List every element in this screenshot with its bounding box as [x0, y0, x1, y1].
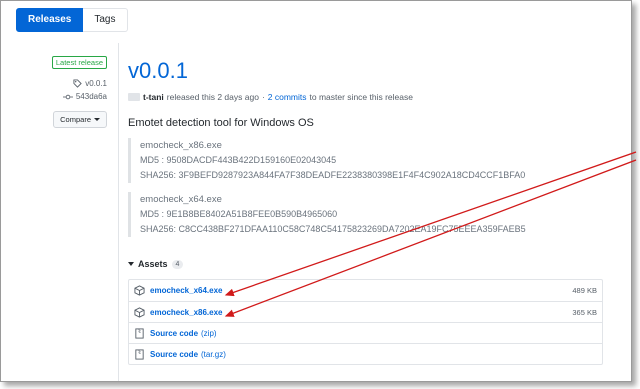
- compare-label: Compare: [60, 115, 91, 124]
- asset-size: 365 KB: [572, 307, 597, 317]
- list-item: Source code (tar.gz): [129, 343, 602, 364]
- hash-block-x64: emocheck_x64.exe MD5 : 9E1B8BE8402A51B8F…: [128, 192, 603, 237]
- avatar[interactable]: [128, 93, 140, 101]
- hash-md5: MD5 : 9E1B8BE8402A51B8FEE0B590B4965060: [140, 209, 338, 219]
- chevron-down-icon: [94, 118, 100, 121]
- source-format: (zip): [201, 328, 217, 338]
- tab-tags[interactable]: Tags: [83, 8, 128, 32]
- asset-list: emocheck_x64.exe 489 KB emocheck_x86.exe…: [128, 279, 603, 365]
- file-zip-icon: [135, 348, 144, 360]
- list-item: emocheck_x64.exe 489 KB: [129, 280, 602, 301]
- timeline-divider: [118, 43, 119, 381]
- byline-separator: ·: [261, 92, 265, 102]
- asset-link[interactable]: emocheck_x64.exe: [150, 286, 223, 295]
- release-title[interactable]: v0.0.1: [128, 58, 603, 84]
- assets-label: Assets: [138, 259, 168, 269]
- release-meta: Latest release v0.0.1 543da6a Compare: [1, 56, 109, 128]
- assets-toggle[interactable]: Assets 4: [128, 259, 603, 269]
- tag-row[interactable]: v0.0.1: [1, 79, 109, 88]
- list-item: emocheck_x86.exe 365 KB: [129, 301, 602, 322]
- source-targz-link[interactable]: Source code (tar.gz): [150, 350, 226, 359]
- assets-count: 4: [171, 259, 184, 269]
- commit-hash[interactable]: 543da6a: [76, 92, 107, 101]
- asset-size: 489 KB: [572, 286, 597, 295]
- latest-release-badge: Latest release: [51, 56, 107, 69]
- commits-suffix: to master since this release: [309, 92, 413, 102]
- source-label: Source code: [150, 349, 199, 359]
- source-zip-link[interactable]: Source code (zip): [150, 329, 217, 338]
- hash-file-name: emocheck_x64.exe: [140, 194, 222, 205]
- window-frame: Releases Tags Latest release v0.0.1 543d…: [0, 0, 632, 382]
- file-zip-icon: [135, 327, 144, 339]
- released-text: released this 2 days ago: [166, 92, 259, 102]
- source-label: Source code: [150, 328, 199, 338]
- source-format: (tar.gz): [201, 349, 226, 359]
- asset-link[interactable]: emocheck_x86.exe: [150, 308, 223, 317]
- hash-sha256: SHA256: 3F9BEFD9287923A844FA7F38DEADFE22…: [140, 170, 526, 180]
- commit-icon: [62, 94, 73, 99]
- tag-name[interactable]: v0.0.1: [85, 79, 107, 88]
- release-byline: t-tani released this 2 days ago · 2 comm…: [128, 92, 603, 102]
- hash-file-name: emocheck_x86.exe: [140, 140, 222, 151]
- list-item: Source code (zip): [129, 322, 602, 343]
- triangle-down-icon: [128, 262, 134, 266]
- hash-block-x86: emocheck_x86.exe MD5 : 9508DACDF443B422D…: [128, 138, 603, 183]
- release-body: v0.0.1 t-tani released this 2 days ago ·…: [128, 58, 603, 365]
- release-tabs: Releases Tags: [16, 8, 128, 32]
- package-icon: [134, 285, 145, 296]
- compare-button[interactable]: Compare: [53, 111, 107, 128]
- tag-icon: [73, 79, 82, 88]
- hash-sha256: SHA256: C8CC438BF271DFAA110C58C748C54175…: [140, 224, 526, 234]
- commit-row[interactable]: 543da6a: [1, 92, 109, 101]
- commits-link[interactable]: 2 commits: [268, 92, 307, 102]
- tab-releases[interactable]: Releases: [16, 8, 84, 32]
- package-icon: [134, 306, 145, 318]
- release-description: Emotet detection tool for Windows OS: [128, 117, 314, 129]
- hash-md5: MD5 : 9508DACDF443B422D159160E02043045: [140, 155, 337, 165]
- author-name[interactable]: t-tani: [143, 92, 164, 102]
